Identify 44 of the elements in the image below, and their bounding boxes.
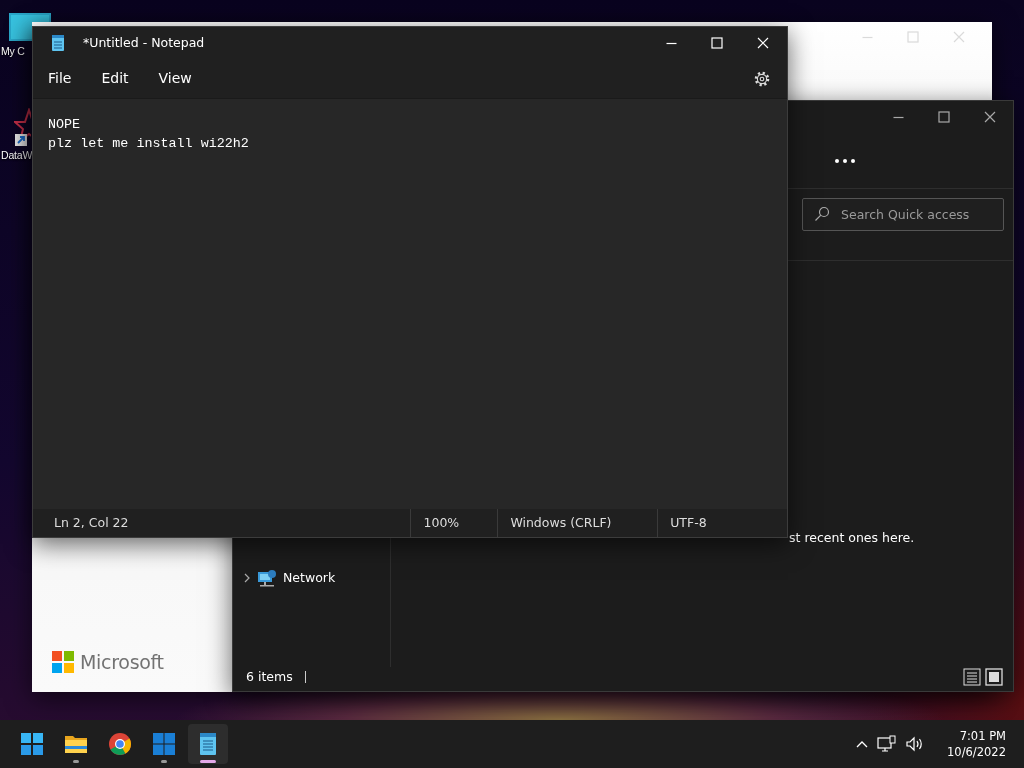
text-editor[interactable]: NOPE plz let me install wi22h2 xyxy=(33,99,787,509)
browser-icon xyxy=(108,732,132,756)
status-text: 6 items xyxy=(246,667,293,686)
status-text: Ln 2, Col 22 xyxy=(54,513,129,532)
minimize-icon xyxy=(665,41,677,45)
status-text: UTF-8 xyxy=(670,513,707,532)
settings-icon xyxy=(753,69,771,88)
status-text: 100% xyxy=(423,513,460,532)
close-icon xyxy=(757,37,769,49)
maximize-icon xyxy=(938,111,950,123)
chevron-up-icon[interactable] xyxy=(855,739,870,749)
text-line: plz let me install wi22h2 xyxy=(48,135,250,153)
network-icon[interactable] xyxy=(877,735,898,753)
close-icon xyxy=(984,111,996,123)
windows-logo-icon xyxy=(52,650,74,673)
windows-icon xyxy=(152,732,176,756)
minimize-icon xyxy=(861,35,873,39)
notepad-icon xyxy=(51,35,65,51)
details-view-icon[interactable] xyxy=(963,668,981,686)
network-icon xyxy=(257,569,277,588)
start-icon xyxy=(20,732,44,756)
icon-label: DataW xyxy=(1,148,33,163)
more-icon xyxy=(834,157,856,164)
preview-pane-icon[interactable] xyxy=(985,668,1003,686)
menu-item[interactable]: File xyxy=(39,64,81,93)
window-title: *Untitled - Notepad xyxy=(83,33,205,52)
search-field[interactable]: Search Quick access xyxy=(802,198,1004,231)
clock-date[interactable]: 10/6/2022 xyxy=(947,744,1006,760)
chevron-icon[interactable] xyxy=(243,573,251,584)
clock-time[interactable]: 7:01 PM xyxy=(959,728,1006,744)
nav-item-label[interactable]: Network xyxy=(283,569,336,588)
text-line: NOPE xyxy=(48,116,82,134)
logo-text: Microsoft xyxy=(80,649,164,675)
menu-item[interactable]: Edit xyxy=(92,64,138,93)
menu-item[interactable]: View xyxy=(149,64,201,93)
search-icon xyxy=(814,206,830,222)
status-text: Windows (CRLF) xyxy=(510,513,612,532)
maximize-icon xyxy=(711,37,723,49)
empty-state-text: st recent ones here. xyxy=(789,530,915,545)
icon-label: My C xyxy=(1,44,25,59)
close-icon xyxy=(953,31,965,43)
maximize-icon xyxy=(907,31,919,43)
taskbar-button[interactable] xyxy=(188,724,228,764)
minimize-icon xyxy=(892,115,904,119)
